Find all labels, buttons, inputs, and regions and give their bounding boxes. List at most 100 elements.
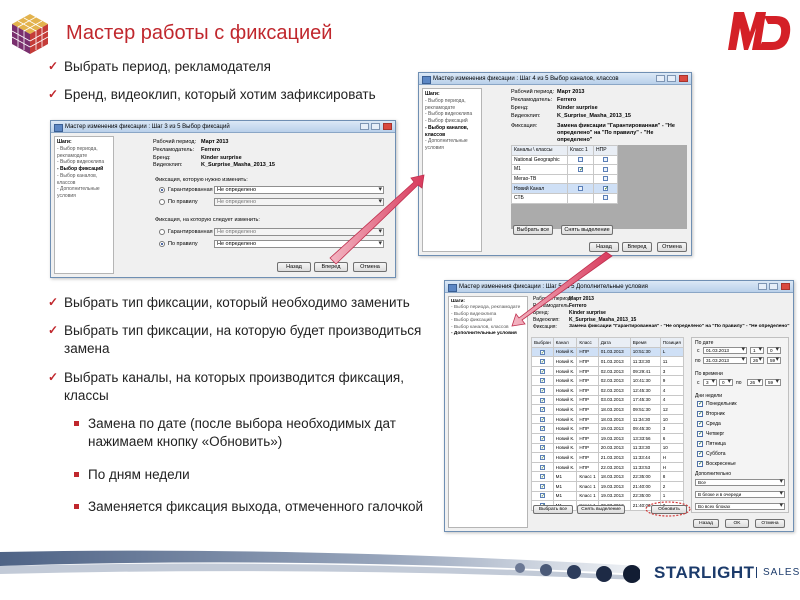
channel-class-checkbox[interactable] [578,157,583,163]
time-po-hour[interactable]: 26 [747,379,763,386]
cancel-button[interactable]: Отмена [755,519,785,528]
row-checkbox[interactable]: ✓ [539,435,545,441]
time-c-hour[interactable]: 3 [703,379,717,386]
row-checkbox[interactable]: ✓ [539,387,545,393]
ok-button[interactable]: OK [725,519,749,528]
close-button[interactable] [383,123,392,130]
table-row[interactable]: ✓ Новий К. НПР 19.03.2013 13:33:56 6 [531,432,684,444]
table-row[interactable]: ✓ Новий К. НПР 03.03.2013 17:45:30 4 [531,394,684,406]
next-button[interactable]: Вперед [622,242,652,252]
channel-class-checkbox[interactable] [603,157,608,163]
row-checkbox[interactable]: ✓ [539,455,545,461]
row-checkbox[interactable]: ✓ [539,416,545,422]
table-row[interactable]: ✓ Новий К. НПР 01.03.2013 11:33:30 11 [531,356,684,367]
weekday-checkbox[interactable]: ✓ [697,451,703,457]
table-row[interactable]: ✓ Новий К. НПР 19.03.2013 09:45:30 3 [531,423,684,434]
time-to-minute[interactable]: 59 [767,357,781,364]
table-row[interactable]: ✓ Новий К. НПР 02.03.2013 09:29:41 3 [531,365,684,377]
radio-from-rule[interactable] [159,199,165,205]
window-title-bar[interactable]: Мастер изменения фиксации : Шаг 5 из 5 Д… [445,281,793,293]
radio-to-guaranteed[interactable] [159,229,165,235]
table-cell: 18.03.2013 [597,404,631,415]
brand-value: Kinder surprise [201,155,242,161]
table-row[interactable]: ✓ М1 Класс 1 19.03.2013 21:40:00 2 [531,480,684,492]
table-cell: НПР [576,375,599,386]
radio-to-rule[interactable] [159,241,165,247]
time-from-minute[interactable]: 0 [767,347,781,354]
extra-select-all[interactable]: Все [695,479,785,486]
table-row[interactable]: ✓ Новий К. НПР 01.03.2013 10:51:30 L [531,346,684,358]
row-checkbox[interactable]: ✓ [539,407,545,413]
maximize-button[interactable] [667,75,676,82]
table-row[interactable]: ✓ Новий К. НПР 02.03.2013 12:45:30 4 [531,384,684,396]
clear-selection-button[interactable]: Снять выделение [577,505,625,514]
weekday-checkbox[interactable]: ✓ [697,461,703,467]
select-all-button[interactable]: Выбрать все [533,505,573,514]
table-row[interactable]: ✓ М1 Класс 1 19.03.2013 22:35:00 1 [531,490,684,502]
row-checkbox[interactable]: ✓ [539,426,545,432]
back-button[interactable]: Назад [693,519,719,528]
channel-class-checkbox[interactable] [603,195,608,201]
minimize-button[interactable] [758,283,767,290]
row-checkbox[interactable]: ✓ [539,397,545,403]
table-row[interactable]: ✓ Новий К. НПР 18.03.2013 09:51:30 12 [531,404,684,415]
row-checkbox[interactable]: ✓ [539,464,545,470]
weekday-checkbox[interactable]: ✓ [697,411,703,417]
from-rule-select[interactable]: Не определено [214,198,384,206]
table-cell: 01.03.2013 [597,356,631,367]
refresh-button[interactable]: Обновить [651,505,687,514]
weekday-checkbox[interactable]: ✓ [697,421,703,427]
next-button[interactable]: Вперед [314,262,348,272]
from-guaranteed-select[interactable]: Не определено [214,186,384,194]
row-checkbox[interactable]: ✓ [539,493,545,499]
time-to-hour[interactable]: 26 [750,357,764,364]
row-checkbox[interactable]: ✓ [539,445,545,451]
channel-class-checkbox[interactable] [603,176,608,182]
time-from-hour[interactable]: 1 [750,347,764,354]
row-checkbox[interactable]: ✓ [539,474,545,480]
time-po-minute[interactable]: 59 [765,379,781,386]
weekday-checkbox[interactable]: ✓ [697,441,703,447]
channel-class-checkbox[interactable]: ✓ [578,166,584,173]
window-title-bar[interactable]: Мастер изменения фиксации : Шаг 3 из 5 В… [51,121,395,133]
channel-class-checkbox[interactable] [578,185,583,191]
minimize-button[interactable] [360,123,369,130]
extra-select-block[interactable]: В блоке и в очереди [695,491,785,498]
row-checkbox[interactable]: ✓ [539,359,545,365]
step-item: - Выбор каналов, классов [57,172,98,186]
back-button[interactable]: Назад [589,242,619,252]
back-button[interactable]: Назад [277,262,311,272]
channel-class-checkbox[interactable] [603,166,608,172]
row-checkbox[interactable]: ✓ [539,378,545,384]
to-rule-select[interactable]: Не определено [214,240,384,248]
row-checkbox[interactable]: ✓ [539,349,545,355]
select-all-button[interactable]: Выбрать все [513,225,553,235]
channel-class-checkbox[interactable]: ✓ [603,185,609,192]
minimize-button[interactable] [656,75,665,82]
table-cell: Новий К. [552,346,578,358]
table-row[interactable]: ✓ Новий К. НПР 20.03.2013 11:33:30 10 [531,442,684,454]
maximize-button[interactable] [769,283,778,290]
table-row[interactable]: ✓ М1 Класс 1 18.03.2013 22:35:00 8 [531,471,684,482]
date-to-field[interactable]: 31.03.2013 [703,357,747,364]
row-checkbox[interactable]: ✓ [539,368,545,374]
clear-selection-button[interactable]: Снять выделение [561,225,613,235]
radio-from-guaranteed[interactable] [159,187,165,193]
table-row[interactable]: ✓ Новий К. НПР 18.03.2013 11:34:30 10 [531,413,684,425]
window-title-bar[interactable]: Мастер изменения фиксации : Шаг 4 из 5 В… [419,73,691,85]
weekday-checkbox[interactable]: ✓ [697,401,703,407]
cancel-button[interactable]: Отмена [353,262,387,272]
cancel-button[interactable]: Отмена [657,242,687,252]
table-row[interactable]: ✓ Новий К. НПР 02.03.2013 10:41:30 9 [531,375,684,386]
close-button[interactable] [781,283,790,290]
weekday-checkbox[interactable]: ✓ [697,431,703,437]
maximize-button[interactable] [371,123,380,130]
date-from-field[interactable]: 01.03.2013 [703,347,747,354]
close-button[interactable] [679,75,688,82]
extra-select-blocks[interactable]: Во всех блоках [695,503,785,510]
time-c-minute[interactable]: 0 [719,379,733,386]
to-guaranteed-select[interactable]: Не определено [214,228,384,236]
table-row[interactable]: ✓ Новий К. НПР 22.03.2013 11:33:53 Н [531,461,684,473]
table-row[interactable]: ✓ Новий К. НПР 21.03.2013 11:33:44 Н [531,452,684,463]
row-checkbox[interactable]: ✓ [539,483,545,489]
